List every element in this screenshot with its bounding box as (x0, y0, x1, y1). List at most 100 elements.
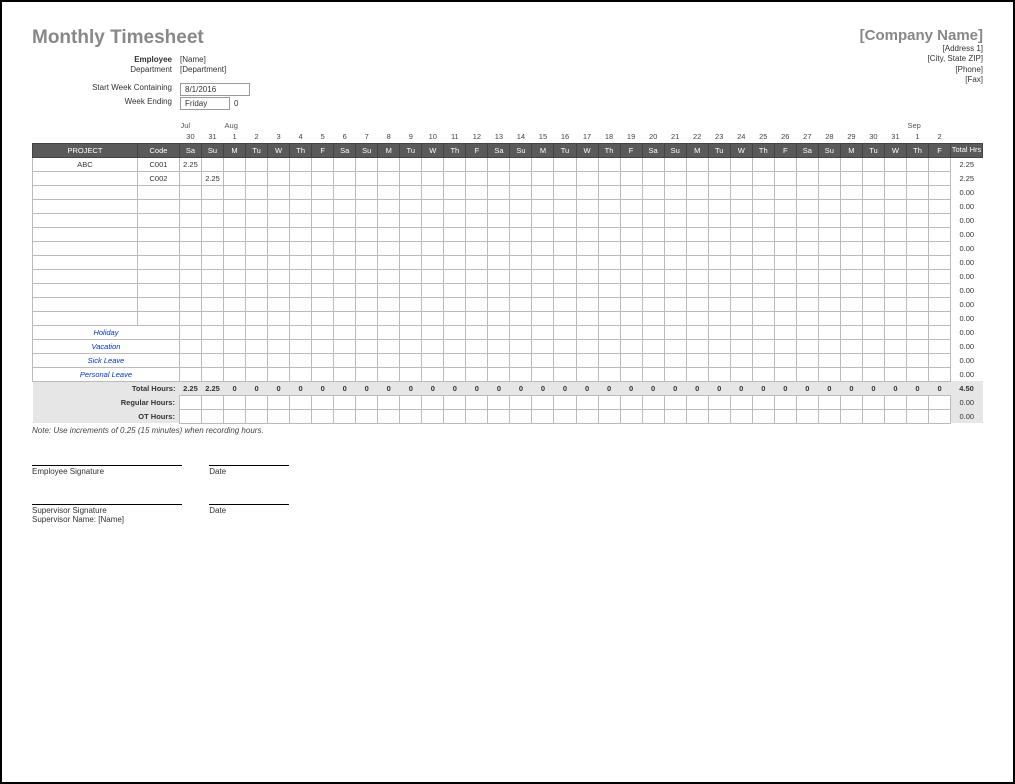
hours-cell[interactable] (884, 409, 906, 423)
hours-cell[interactable] (840, 255, 862, 269)
hours-cell[interactable] (884, 171, 906, 185)
hours-cell[interactable] (179, 367, 201, 381)
hours-cell[interactable] (356, 283, 378, 297)
hours-cell[interactable] (422, 367, 444, 381)
hours-cell[interactable] (510, 409, 532, 423)
hours-cell[interactable] (664, 255, 686, 269)
hours-cell[interactable] (796, 171, 818, 185)
hours-cell[interactable] (664, 283, 686, 297)
hours-cell[interactable] (686, 339, 708, 353)
hours-cell[interactable] (554, 213, 576, 227)
hours-cell[interactable] (642, 353, 664, 367)
hours-cell[interactable] (906, 157, 928, 171)
hours-cell[interactable] (884, 311, 906, 325)
hours-cell[interactable] (730, 241, 752, 255)
hours-cell[interactable] (378, 213, 400, 227)
hours-cell[interactable] (840, 185, 862, 199)
hours-cell[interactable] (862, 409, 884, 423)
hours-cell[interactable] (752, 297, 774, 311)
hours-cell[interactable] (576, 409, 598, 423)
hours-cell[interactable] (290, 297, 312, 311)
hours-cell[interactable] (334, 325, 356, 339)
hours-cell[interactable] (201, 185, 223, 199)
hours-cell[interactable] (334, 311, 356, 325)
hours-cell[interactable] (422, 185, 444, 199)
hours-cell[interactable] (510, 241, 532, 255)
hours-cell[interactable] (466, 367, 488, 381)
hours-cell[interactable] (862, 297, 884, 311)
hours-cell[interactable] (268, 171, 290, 185)
hours-cell[interactable] (334, 367, 356, 381)
hours-cell[interactable] (422, 395, 444, 409)
hours-cell[interactable] (752, 367, 774, 381)
hours-cell[interactable] (686, 199, 708, 213)
hours-cell[interactable] (620, 227, 642, 241)
hours-cell[interactable] (752, 185, 774, 199)
hours-cell[interactable] (334, 185, 356, 199)
code-cell[interactable] (137, 213, 179, 227)
project-cell[interactable] (33, 241, 138, 255)
hours-cell[interactable] (290, 367, 312, 381)
project-cell[interactable] (33, 255, 138, 269)
hours-cell[interactable] (356, 185, 378, 199)
hours-cell[interactable] (532, 311, 554, 325)
hours-cell[interactable] (620, 213, 642, 227)
hours-cell[interactable] (840, 283, 862, 297)
hours-cell[interactable] (929, 409, 951, 423)
hours-cell[interactable] (179, 171, 201, 185)
hours-cell[interactable] (906, 353, 928, 367)
hours-cell[interactable]: 2.25 (201, 171, 223, 185)
hours-cell[interactable] (224, 255, 246, 269)
hours-cell[interactable] (201, 339, 223, 353)
hours-cell[interactable] (356, 171, 378, 185)
hours-cell[interactable] (201, 157, 223, 171)
hours-cell[interactable] (576, 367, 598, 381)
hours-cell[interactable] (510, 367, 532, 381)
hours-cell[interactable] (929, 325, 951, 339)
hours-cell[interactable] (224, 409, 246, 423)
hours-cell[interactable] (179, 409, 201, 423)
hours-cell[interactable] (929, 283, 951, 297)
hours-cell[interactable] (532, 241, 554, 255)
hours-cell[interactable] (444, 283, 466, 297)
hours-cell[interactable] (664, 409, 686, 423)
hours-cell[interactable] (774, 283, 796, 297)
hours-cell[interactable] (201, 269, 223, 283)
hours-cell[interactable] (290, 199, 312, 213)
hours-cell[interactable] (796, 157, 818, 171)
hours-cell[interactable] (554, 311, 576, 325)
hours-cell[interactable] (642, 395, 664, 409)
hours-cell[interactable] (444, 199, 466, 213)
department-value[interactable]: [Department] (180, 65, 240, 74)
hours-cell[interactable] (818, 367, 840, 381)
hours-cell[interactable] (356, 353, 378, 367)
hours-cell[interactable] (246, 255, 268, 269)
hours-cell[interactable] (929, 185, 951, 199)
hours-cell[interactable] (179, 227, 201, 241)
hours-cell[interactable] (796, 227, 818, 241)
hours-cell[interactable] (444, 311, 466, 325)
hours-cell[interactable] (554, 325, 576, 339)
hours-cell[interactable] (818, 353, 840, 367)
hours-cell[interactable] (400, 339, 422, 353)
hours-cell[interactable] (422, 311, 444, 325)
hours-cell[interactable] (929, 367, 951, 381)
hours-cell[interactable] (884, 157, 906, 171)
hours-cell[interactable] (378, 185, 400, 199)
hours-cell[interactable] (774, 409, 796, 423)
hours-cell[interactable] (268, 339, 290, 353)
hours-cell[interactable] (884, 353, 906, 367)
hours-cell[interactable] (774, 199, 796, 213)
hours-cell[interactable] (620, 395, 642, 409)
project-cell[interactable] (33, 199, 138, 213)
hours-cell[interactable] (598, 199, 620, 213)
hours-cell[interactable] (466, 185, 488, 199)
hours-cell[interactable] (730, 283, 752, 297)
hours-cell[interactable] (620, 255, 642, 269)
hours-cell[interactable] (268, 353, 290, 367)
hours-cell[interactable] (422, 213, 444, 227)
hours-cell[interactable] (356, 241, 378, 255)
hours-cell[interactable] (840, 325, 862, 339)
hours-cell[interactable] (598, 325, 620, 339)
hours-cell[interactable] (400, 171, 422, 185)
